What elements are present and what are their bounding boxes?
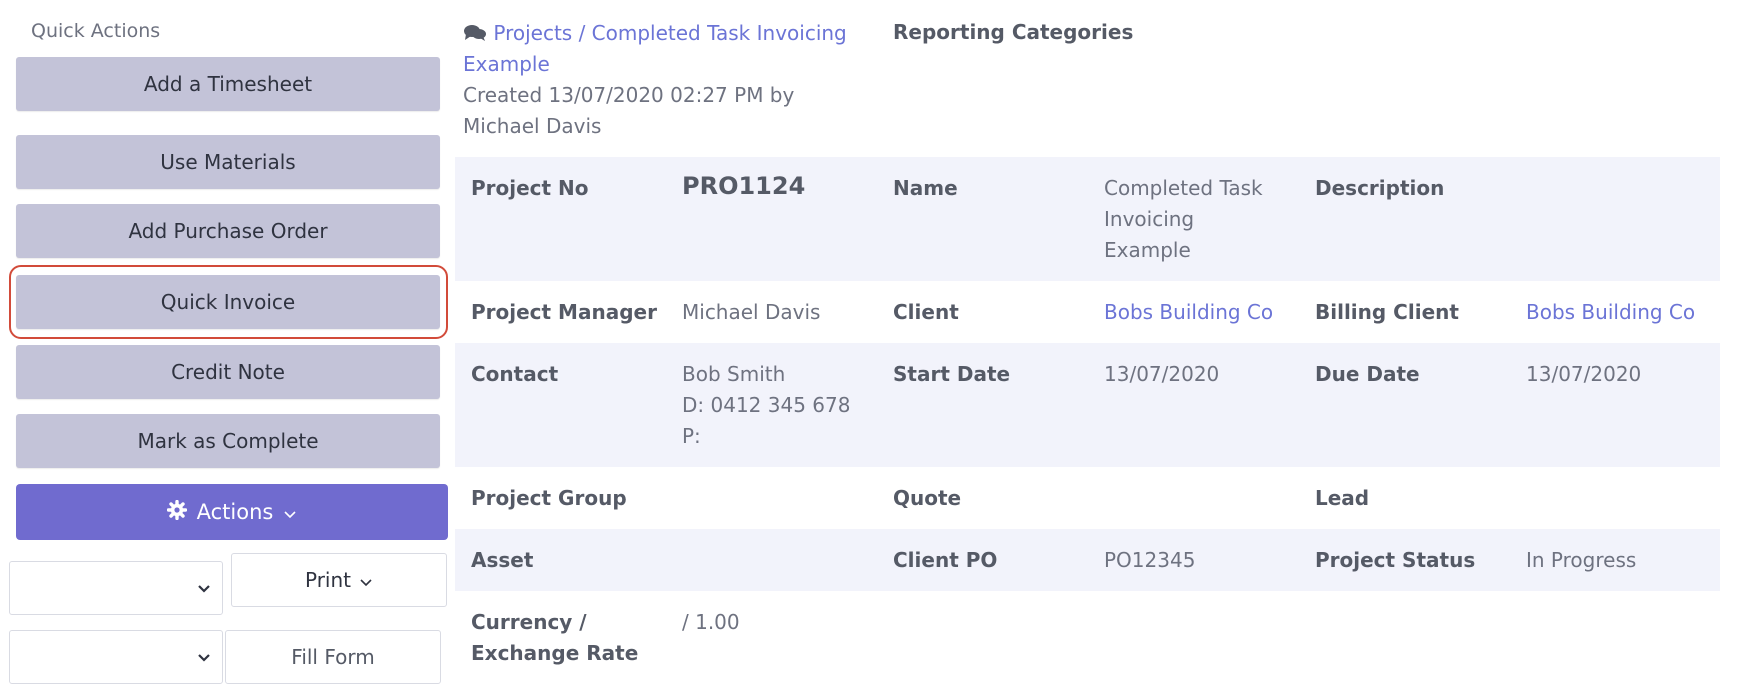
table-row: Project Manager Michael Davis Client Bob… [455,281,1720,343]
client-label: Client [893,300,959,324]
client-link[interactable]: Bobs Building Co [1104,297,1273,328]
currency-value: / 1.00 [682,610,740,634]
contact-value: Bob Smith D: 0412 345 678 P: [682,359,850,452]
client-po-label: Client PO [893,548,998,572]
table-row: Project No PRO1124 Name Completed Task I… [455,157,1720,281]
add-purchase-order-button[interactable]: Add Purchase Order [16,204,440,258]
contact-direct: D: 0412 345 678 [682,393,851,417]
quick-invoice-button[interactable]: Quick Invoice [16,275,440,329]
quote-label: Quote [893,486,962,510]
project-manager-value: Michael Davis [682,300,821,324]
chevron-down-icon [196,647,212,671]
gear-icon [166,499,187,525]
form-template-select[interactable] [9,630,223,684]
chevron-down-icon [283,500,297,524]
chevron-down-icon [196,578,212,602]
table-row: Currency / Exchange Rate / 1.00 [455,591,1720,691]
comments-icon [463,21,493,45]
quick-actions-title: Quick Actions [31,20,161,42]
table-row: Contact Bob Smith D: 0412 345 678 P: Sta… [455,343,1720,467]
asset-label: Asset [471,548,534,572]
start-date-value: 13/07/2020 [1104,362,1220,386]
billing-client-link[interactable]: Bobs Building Co [1526,297,1695,328]
contact-phone: P: [682,424,701,448]
contact-name: Bob Smith [682,362,786,386]
mark-complete-button[interactable]: Mark as Complete [16,414,440,468]
project-details-table: Project No PRO1124 Name Completed Task I… [455,157,1720,691]
project-group-label: Project Group [471,486,627,510]
breadcrumb-link[interactable]: Projects / Completed Task Invoicing Exam… [463,21,847,76]
reporting-categories-heading: Reporting Categories [893,20,1134,44]
created-meta: Created 13/07/2020 02:27 PM by Michael D… [463,83,795,138]
chevron-down-icon [359,568,373,592]
project-status-value: In Progress [1526,548,1637,572]
project-no-label: Project No [471,176,589,200]
contact-label: Contact [471,362,559,386]
actions-button[interactable]: Actions [16,484,448,540]
lead-label: Lead [1315,486,1370,510]
print-template-select[interactable] [9,561,223,615]
start-date-label: Start Date [893,362,1011,386]
currency-label: Currency / Exchange Rate [471,610,639,665]
breadcrumb: Projects / Completed Task Invoicing Exam… [463,18,863,142]
name-label: Name [893,176,958,200]
actions-label: Actions [196,500,274,524]
fill-form-button[interactable]: Fill Form [225,630,441,684]
project-no-value: PRO1124 [682,172,806,200]
print-button[interactable]: Print [231,553,447,607]
print-label: Print [304,568,351,592]
project-detail: Projects / Completed Task Invoicing Exam… [455,0,1740,690]
add-timesheet-button[interactable]: Add a Timesheet [16,57,440,111]
table-row: Asset Client PO PO12345 Project Status I… [455,529,1720,591]
project-manager-label: Project Manager [471,300,657,324]
client-po-value: PO12345 [1104,548,1196,572]
due-date-label: Due Date [1315,362,1420,386]
description-label: Description [1315,176,1445,200]
name-value: Completed Task Invoicing Example [1104,176,1263,262]
due-date-value: 13/07/2020 [1526,362,1642,386]
billing-client-label: Billing Client [1315,300,1459,324]
table-row: Project Group Quote Lead [455,467,1720,529]
use-materials-button[interactable]: Use Materials [16,135,440,189]
project-status-label: Project Status [1315,548,1476,572]
credit-note-button[interactable]: Credit Note [16,345,440,399]
quick-actions-panel: Quick Actions Add a Timesheet Use Materi… [0,0,460,690]
